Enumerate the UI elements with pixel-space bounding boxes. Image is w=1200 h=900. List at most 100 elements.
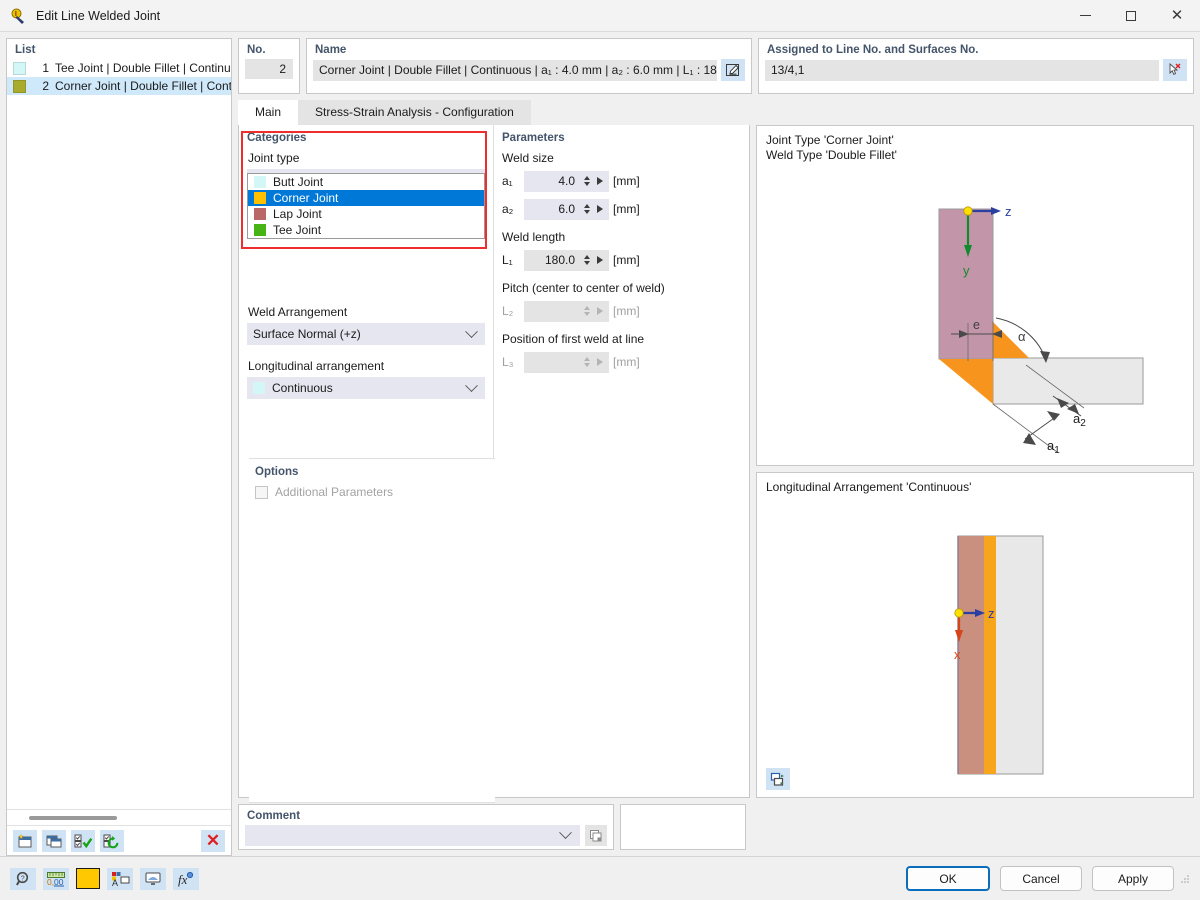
no-value: 2 (245, 59, 293, 79)
field-a2-label: a₂ (502, 202, 514, 216)
list-item-label: Tee Joint | Double Fillet | Continuous (55, 61, 231, 75)
tab-main[interactable]: Main (238, 100, 299, 125)
name-label: Name (315, 44, 347, 56)
comment-library-icon[interactable] (585, 825, 607, 846)
axis-label-z: z (1005, 204, 1012, 219)
a1-expand-icon[interactable] (597, 177, 603, 185)
spinner-down-icon (583, 312, 590, 316)
pick-selection-icon[interactable] (1163, 59, 1187, 81)
field-a1: a₁ 4.0 [mm] (502, 170, 741, 192)
joint-type-group: Joint type Corner Joint Butt Join (241, 131, 487, 249)
spinner-up-icon[interactable] (583, 255, 590, 259)
a1-spinner-arrows[interactable] (580, 176, 593, 186)
minimize-button[interactable] (1062, 0, 1108, 31)
option-color-swatch (254, 208, 266, 220)
a2-expand-icon[interactable] (597, 205, 603, 213)
svg-text:fx: fx (178, 872, 188, 887)
spinner-down-icon[interactable] (583, 210, 590, 214)
assigned-label: Assigned to Line No. and Surfaces No. (767, 44, 979, 56)
list-item[interactable]: 1 Tee Joint | Double Fillet | Continuous (7, 59, 231, 77)
l1-value: 180.0 (544, 253, 575, 267)
joint-type-label: Joint type (248, 151, 300, 165)
delete-item-button[interactable]: ✕ (201, 829, 225, 852)
dropdown-option-tee-joint[interactable]: Tee Joint (248, 222, 484, 238)
l1-spinner-arrows[interactable] (580, 255, 593, 265)
cancel-button[interactable]: Cancel (1000, 866, 1082, 891)
tab-stress-strain-analysis-configuration[interactable]: Stress-Strain Analysis - Configuration (298, 100, 531, 125)
longitudinal-arrangement-color-swatch (253, 382, 265, 394)
spinner-up-icon (583, 357, 590, 361)
new-item-button[interactable] (13, 829, 37, 852)
additional-parameters-checkbox[interactable] (255, 485, 268, 499)
weld-size-label: Weld size (502, 151, 554, 165)
copy-item-button[interactable] (42, 829, 66, 852)
edit-name-icon[interactable] (721, 59, 745, 81)
find-icon[interactable]: ? (10, 867, 36, 890)
spinner-down-icon (583, 363, 590, 367)
axis-label-z: z (988, 606, 995, 621)
comment-input[interactable] (245, 825, 580, 846)
l1-expand-icon[interactable] (597, 256, 603, 264)
a1-value: 4.0 (558, 174, 575, 188)
display-properties-icon[interactable]: A (107, 867, 133, 890)
weld-arrangement-combobox[interactable]: Surface Normal (+z) (247, 323, 485, 345)
longitudinal-arrangement-combobox[interactable]: Continuous (247, 377, 485, 399)
resize-grip[interactable] (1180, 874, 1190, 884)
axis-label-y: y (963, 263, 970, 278)
spinner-down-icon[interactable] (583, 182, 590, 186)
a1-spinner[interactable]: 4.0 (524, 170, 609, 192)
dropdown-option-lap-joint[interactable]: Lap Joint (248, 206, 484, 222)
spinner-up-icon[interactable] (583, 176, 590, 180)
name-field-box: Name Corner Joint | Double Fillet | Cont… (306, 38, 752, 94)
formula-icon[interactable]: fx (173, 867, 199, 890)
dropdown-option-corner-joint[interactable]: Corner Joint (248, 190, 484, 206)
name-input[interactable]: Corner Joint | Double Fillet | Continuou… (313, 59, 717, 81)
chevron-down-icon[interactable] (559, 826, 572, 840)
option-label: Lap Joint (273, 207, 322, 221)
list-horizontal-scrollbar[interactable] (7, 809, 231, 825)
axis-label-x: x (954, 647, 961, 662)
dim-label-alpha: α (1018, 329, 1026, 344)
select-all-button[interactable] (71, 829, 95, 852)
position-first-weld-label: Position of first weld at line (502, 332, 645, 346)
field-l2-label: L₂ (502, 304, 514, 318)
svg-text:A: A (112, 878, 118, 887)
spinner-up-icon[interactable] (583, 204, 590, 208)
scrollbar-thumb[interactable] (29, 815, 117, 820)
dim-label-a2: a2 (1073, 411, 1086, 429)
dropdown-option-butt-joint[interactable]: Butt Joint (248, 174, 484, 190)
dialog-window: Edit Line Welded Joint ✕ List 1 Tee Join… (0, 0, 1200, 900)
apply-button[interactable]: Apply (1092, 866, 1174, 891)
option-color-swatch (254, 176, 266, 188)
l2-unit: [mm] (613, 304, 640, 318)
longitudinal-arrangement-diagram: z x (954, 535, 1044, 775)
additional-parameters-row[interactable]: Additional Parameters (249, 485, 495, 499)
color-swatch-icon[interactable] (76, 868, 100, 889)
a2-spinner-arrows[interactable] (580, 204, 593, 214)
l1-spinner[interactable]: 180.0 (524, 249, 609, 271)
welded-joint-icon (10, 7, 28, 25)
a2-spinner[interactable]: 6.0 (524, 198, 609, 220)
visibility-icon[interactable] (140, 867, 166, 890)
list-item[interactable]: 2 Corner Joint | Double Fillet | Continu… (7, 77, 231, 95)
longitudinal-preview-title: Longitudinal Arrangement 'Continuous' (766, 480, 972, 494)
l2-spinner (524, 300, 609, 322)
joint-type-dropdown-list[interactable]: Butt Joint Corner Joint Lap Joint Tee Jo… (247, 173, 485, 239)
invert-selection-button[interactable] (100, 829, 124, 852)
weld-arrangement-value: Surface Normal (+z) (253, 327, 361, 341)
list-item-color-swatch (13, 61, 26, 75)
maximize-button[interactable] (1108, 0, 1154, 31)
assigned-input[interactable]: 13/4,1 (765, 59, 1159, 81)
close-button[interactable]: ✕ (1154, 0, 1200, 31)
no-label: No. (247, 44, 266, 56)
window-title: Edit Line Welded Joint (36, 8, 161, 23)
weld-length-label: Weld length (502, 230, 566, 244)
ok-button[interactable]: OK (906, 866, 990, 891)
longitudinal-arrangement-label: Longitudinal arrangement (248, 359, 385, 373)
field-l3: L₃ [mm] (502, 351, 741, 373)
toggle-view-icon[interactable] (766, 768, 790, 790)
field-l3-label: L₃ (502, 355, 514, 369)
option-label: Butt Joint (273, 175, 324, 189)
units-icon[interactable]: 0, 00 (43, 867, 69, 890)
spinner-down-icon[interactable] (583, 261, 590, 265)
